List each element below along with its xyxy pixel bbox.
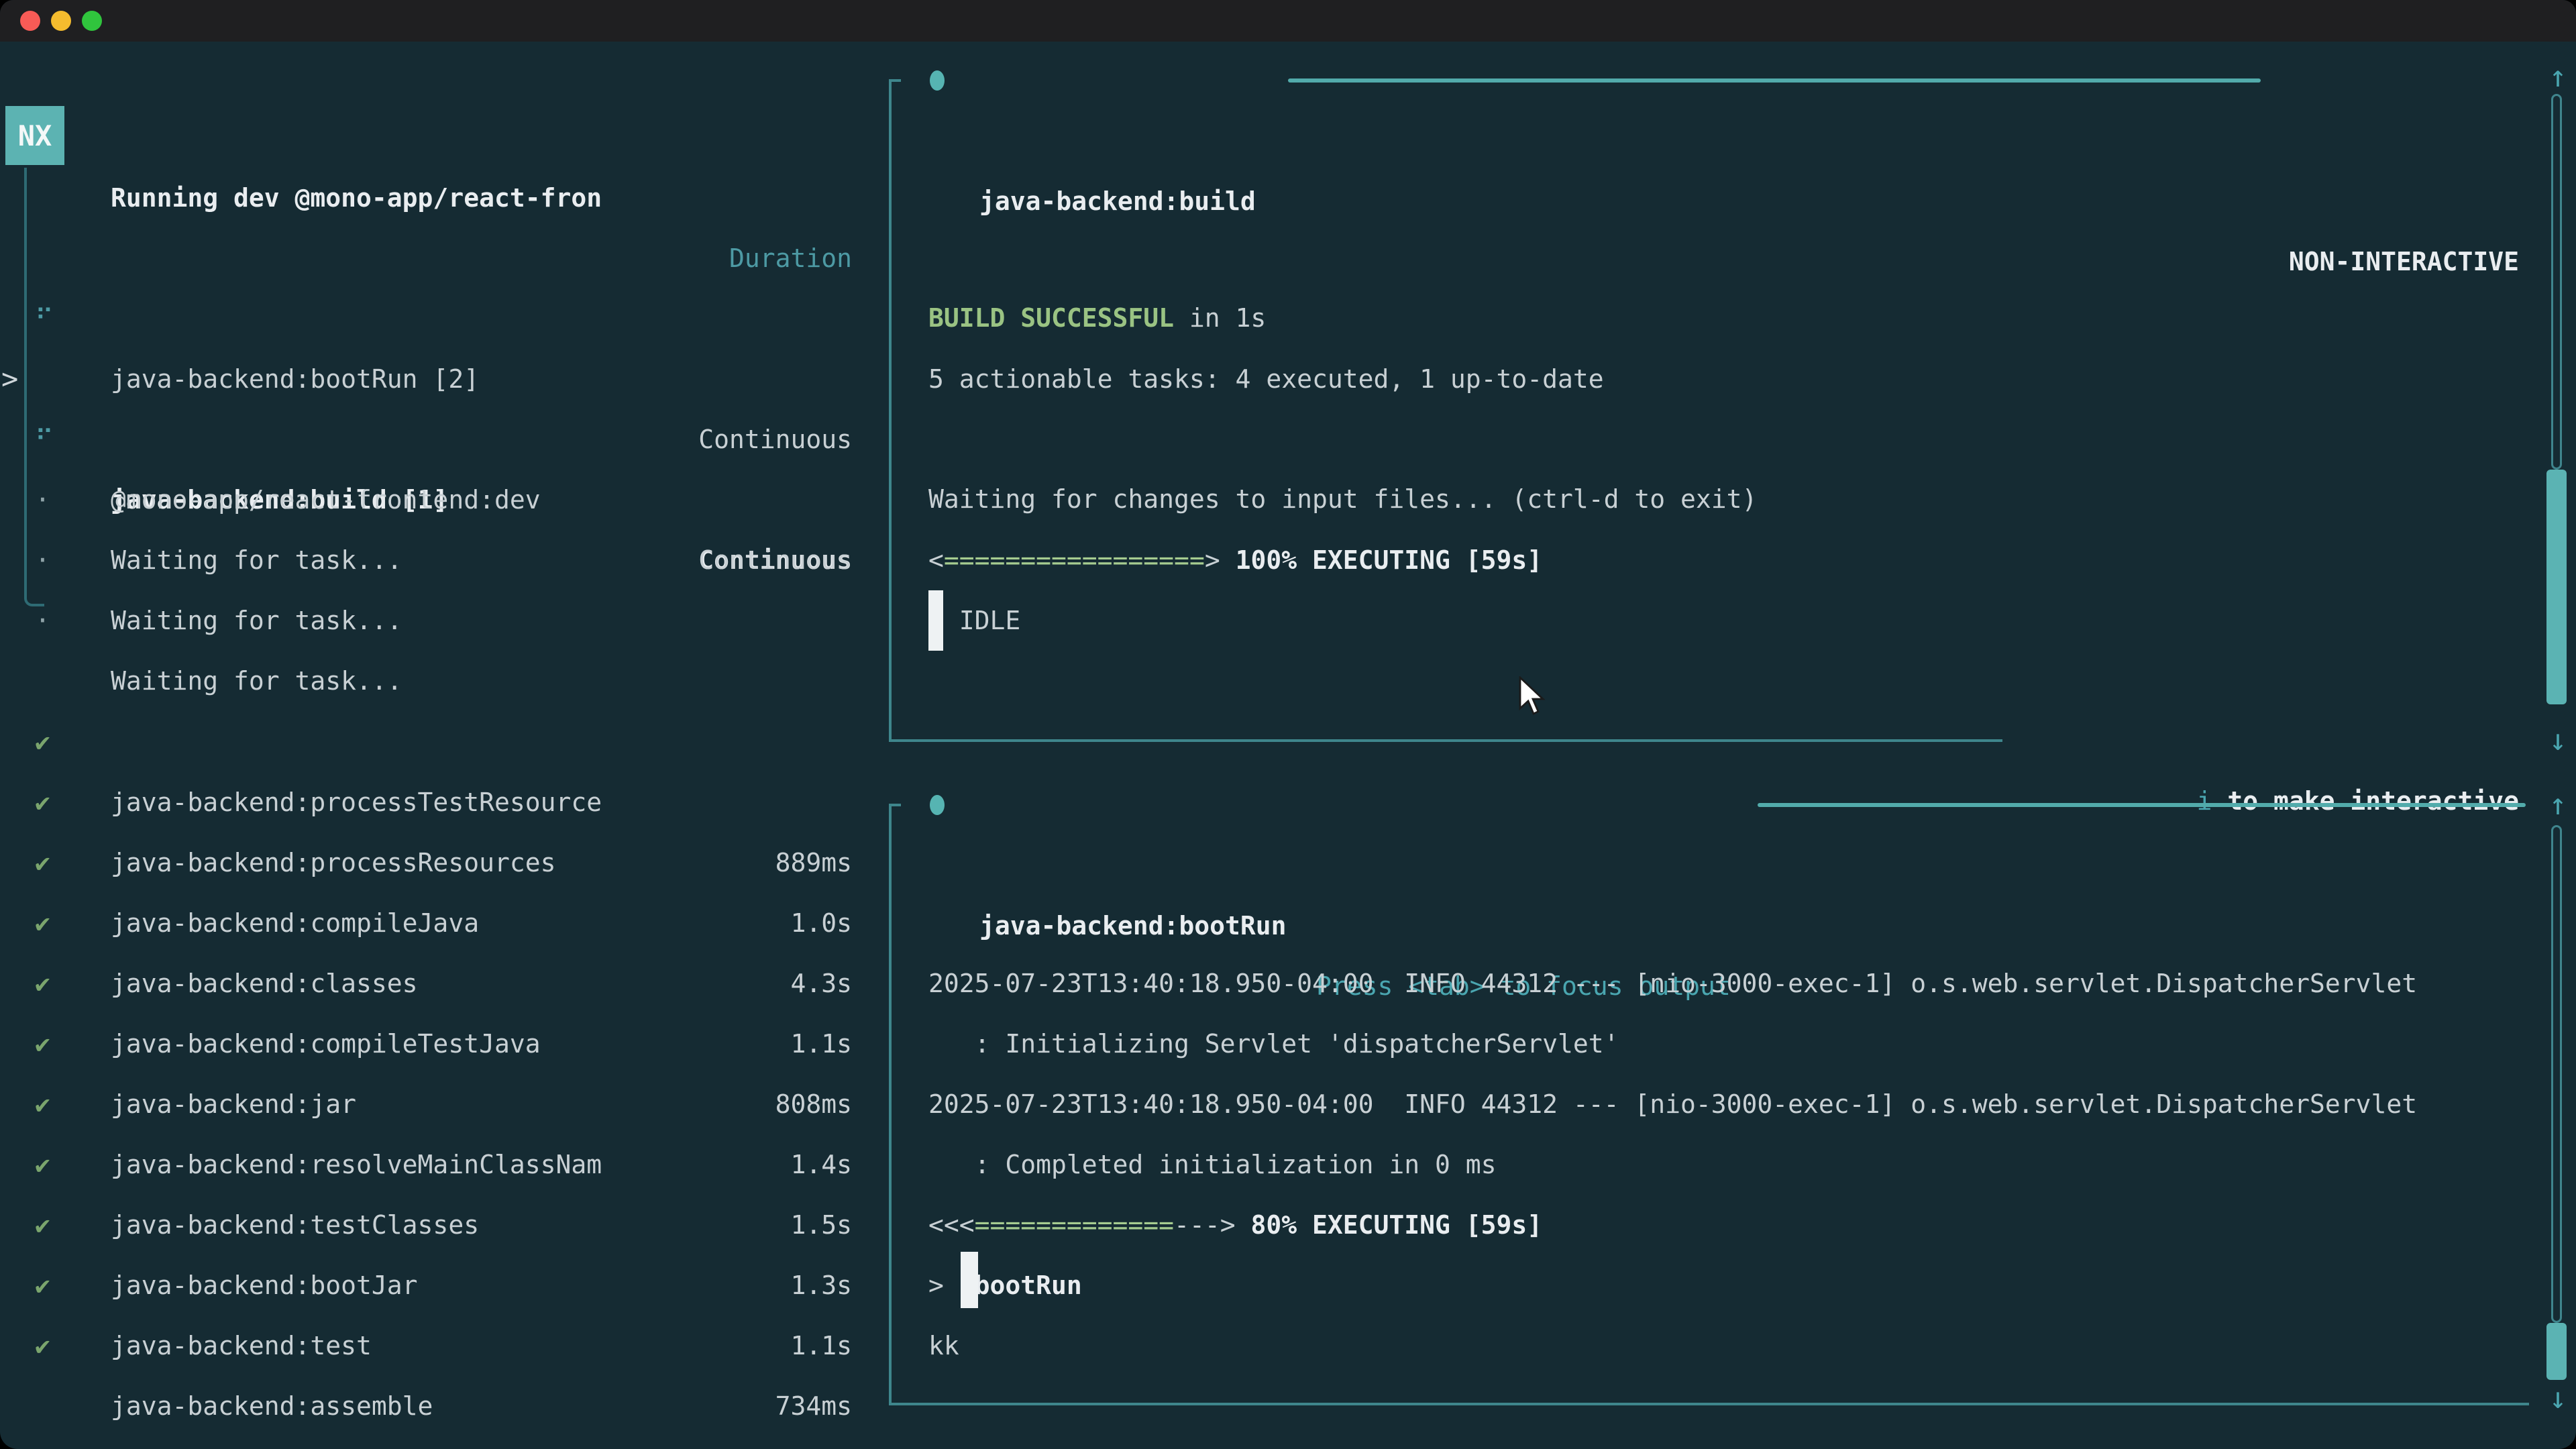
bootrun-prompt-line: > :bootRun [0, 1195, 2576, 1255]
typed-input: kk [928, 1316, 959, 1376]
build-progress-line: <=================> 100% EXECUTING [59s] [0, 470, 2576, 530]
build-panel-footer: i to make interactive [0, 710, 2576, 771]
terminal-cursor [961, 1252, 978, 1308]
build-output-line: BUILD SUCCESSFUL in 1s [0, 227, 2576, 288]
scroll-down-icon[interactable]: ↓ [2540, 710, 2576, 771]
build-output-line: > IDLE [0, 530, 2576, 590]
pagination: ← 1/2 → [35, 1439, 142, 1449]
bootrun-input-line[interactable]: kk [0, 1255, 2576, 1316]
build-panel-title: java-backend:build [979, 171, 1256, 231]
log-line: 2025-07-23T13:40:18.950-04:00 INFO 44312… [0, 893, 2576, 953]
log-line: : Completed initialization in 0 ms [0, 1074, 2576, 1134]
mouse-pointer-icon [1517, 676, 1548, 716]
waiting-label: Waiting for task... [111, 590, 402, 651]
log-line: 2025-07-23T13:40:18.950-04:00 INFO 44312… [0, 1014, 2576, 1074]
build-output-line: 5 actionable tasks: 4 executed, 1 up-to-… [0, 288, 2576, 349]
sidebar-footer: ← 1/2 → quit: q help: ? [0, 1379, 2576, 1439]
task-running-dot-icon [930, 795, 945, 815]
completed-task-row[interactable]: ✔ java-backend:processTestResource 889ms [0, 651, 2576, 712]
task-name: java-backend:test [111, 1316, 372, 1376]
close-window-icon[interactable] [20, 11, 40, 31]
scrollbar-track[interactable] [2551, 825, 2562, 1323]
scroll-down-icon[interactable]: ↓ [2540, 1368, 2576, 1429]
sidebar-header: Running dev @mono-app/react-fron Duratio… [0, 107, 2576, 168]
log-line: : Initializing Servlet 'dispatcherServle… [0, 953, 2576, 1014]
window-titlebar [0, 0, 2576, 42]
build-panel-header-line [1288, 78, 2261, 83]
task-running-dot-icon [930, 70, 945, 91]
bootrun-panel-bottom-border [889, 1403, 2529, 1405]
task-duration: 1.1s [790, 1316, 852, 1376]
bootrun-progress-line: <<<=============---> 80% EXECUTING [59s] [0, 1134, 2576, 1195]
build-output-line: Waiting for changes to input files... (c… [0, 409, 2576, 469]
tasks-summary: 5 actionable tasks: 4 executed, 1 up-to-… [928, 349, 1604, 409]
scrollbar-thumb[interactable] [2546, 470, 2567, 704]
zoom-window-icon[interactable] [82, 11, 102, 31]
scrollbar-track[interactable] [2551, 94, 2562, 470]
terminal-window: NX Running dev @mono-app/react-fron Dura… [0, 0, 2576, 1449]
completed-task-row[interactable]: ✔ java-backend:classes 1.1s [0, 833, 2576, 893]
terminal-cursor [928, 590, 943, 651]
minimize-window-icon[interactable] [51, 11, 71, 31]
sidebar-title: Running dev @mono-app/react-fron [111, 168, 602, 228]
bootrun-panel-header-line [1758, 803, 2526, 807]
